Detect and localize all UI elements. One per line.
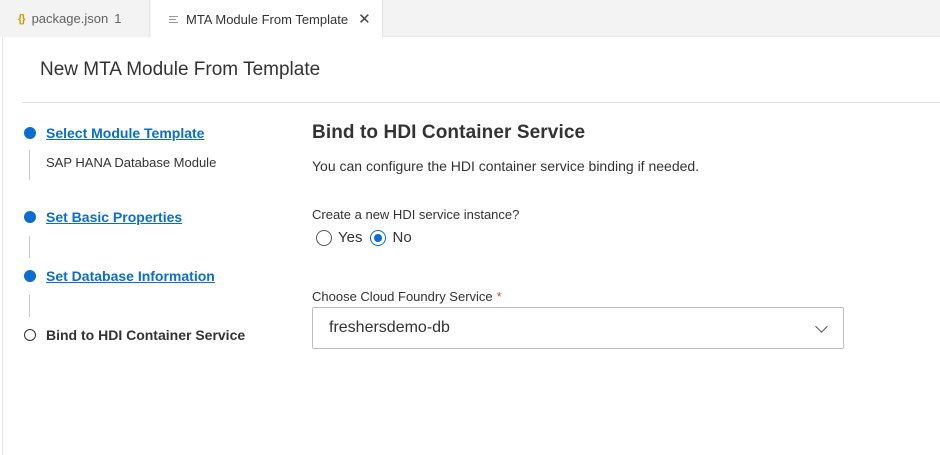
lines-file-icon <box>169 14 178 25</box>
select-value: freshersdemo-db <box>329 319 450 336</box>
step-completed-dot-icon <box>24 211 36 223</box>
radio-yes[interactable] <box>316 229 332 246</box>
tab-mta-module-from-template[interactable]: MTA Module From Template ✕ <box>151 0 383 38</box>
section-description: You can configure the HDI container serv… <box>312 158 700 174</box>
panel-border <box>2 37 3 455</box>
required-asterisk: * <box>496 289 502 304</box>
cloud-foundry-service-label: Choose Cloud Foundry Service * <box>312 289 502 304</box>
tab-label: package.json <box>31 11 109 26</box>
tab-package-json[interactable]: {} package.json 1 <box>0 0 150 37</box>
step-connector <box>29 150 30 180</box>
editor-tab-bar: {} package.json 1 MTA Module From Templa… <box>0 0 940 38</box>
step-bind-hdi-container-service: Bind to HDI Container Service <box>46 327 246 343</box>
json-braces-icon: {} <box>18 12 26 25</box>
step-select-module-template[interactable]: Select Module Template <box>46 125 204 141</box>
step-set-database-information[interactable]: Set Database Information <box>46 268 215 284</box>
tab-label: MTA Module From Template <box>186 11 349 27</box>
step-completed-dot-icon <box>24 270 36 282</box>
cloud-foundry-service-select[interactable]: freshersdemo-db <box>312 307 844 349</box>
close-icon[interactable]: ✕ <box>358 12 371 27</box>
radio-no-label[interactable]: No <box>392 229 411 246</box>
field-label-text: Choose Cloud Foundry Service <box>312 289 493 304</box>
radio-yes-label[interactable]: Yes <box>338 229 362 246</box>
step-selected-value: SAP HANA Database Module <box>46 155 217 170</box>
step-completed-dot-icon <box>24 127 36 139</box>
create-instance-radio-group: Yes No <box>316 229 420 246</box>
chevron-down-icon[interactable] <box>815 320 828 333</box>
step-connector <box>29 295 30 317</box>
step-current-circle-icon <box>24 329 36 341</box>
step-connector <box>29 236 30 258</box>
page-title: New MTA Module From Template <box>40 59 321 80</box>
header-divider <box>22 102 940 103</box>
step-set-basic-properties[interactable]: Set Basic Properties <box>46 209 182 225</box>
section-title: Bind to HDI Container Service <box>312 122 586 143</box>
problems-count-badge: 1 <box>114 11 122 26</box>
create-instance-question: Create a new HDI service instance? <box>312 207 520 222</box>
radio-no[interactable] <box>370 229 387 246</box>
